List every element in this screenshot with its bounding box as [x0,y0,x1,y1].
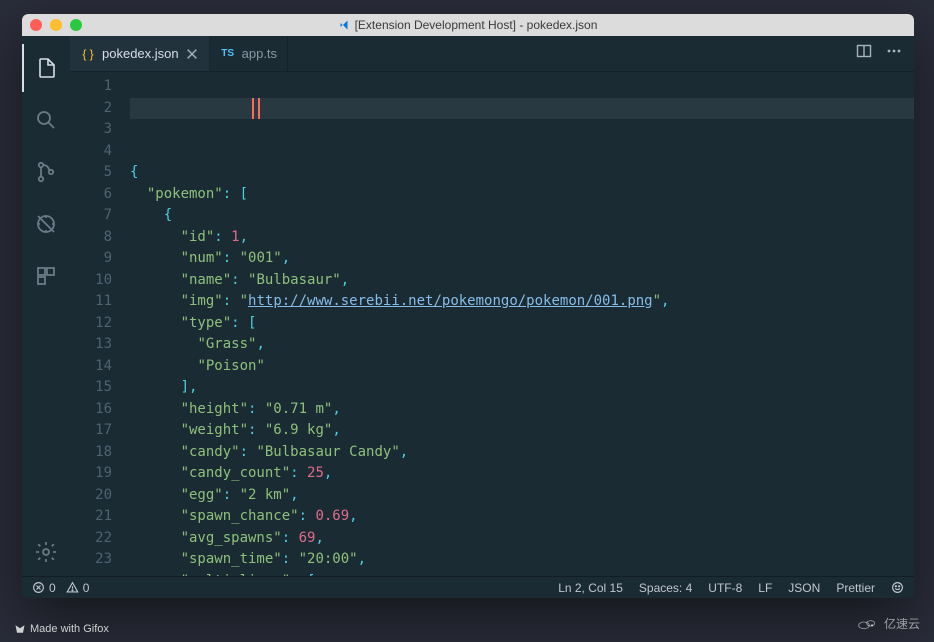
titlebar: [Extension Development Host] - pokedex.j… [22,14,914,36]
line-number: 7 [70,205,112,227]
code-editor[interactable]: 1234567891011121314151617181920212223 { … [70,72,914,576]
debug-icon[interactable] [22,200,70,248]
window-close-button[interactable] [30,19,42,31]
traffic-lights [30,19,82,31]
app-window: [Extension Development Host] - pokedex.j… [22,14,914,598]
editor-group: { } pokedex.json TS app.ts [70,36,914,576]
explorer-icon[interactable] [22,44,70,92]
code-line[interactable]: ], [130,377,914,399]
code-line[interactable]: "id": 1, [130,227,914,249]
line-number: 8 [70,227,112,249]
status-errors[interactable]: 0 [32,581,56,595]
line-number: 18 [70,442,112,464]
line-number: 23 [70,549,112,571]
line-number: 3 [70,119,112,141]
code-line[interactable]: "spawn_chance": 0.69, [130,506,914,528]
line-number: 14 [70,356,112,378]
tab-label: pokedex.json [102,46,179,61]
status-cursor-position[interactable]: Ln 2, Col 15 [558,581,623,595]
code-line[interactable]: "height": "0.71 m", [130,399,914,421]
extensions-icon[interactable] [22,252,70,300]
line-number: 22 [70,528,112,550]
line-number: 4 [70,141,112,163]
main-area: { } pokedex.json TS app.ts [22,36,914,576]
code-content[interactable]: { "pokemon": [ { "id": 1, "num": "001", … [130,72,914,576]
line-number-gutter: 1234567891011121314151617181920212223 [70,72,130,576]
line-number: 11 [70,291,112,313]
code-line[interactable]: "num": "001", [130,248,914,270]
settings-gear-icon[interactable] [22,528,70,576]
gifox-badge: Made with Gifox [14,623,109,635]
line-number: 13 [70,334,112,356]
line-number: 20 [70,485,112,507]
line-number: 5 [70,162,112,184]
code-line[interactable]: "egg": "2 km", [130,485,914,507]
code-line[interactable]: "Grass", [130,334,914,356]
window-minimize-button[interactable] [50,19,62,31]
window-title-text: [Extension Development Host] - pokedex.j… [355,18,598,32]
status-encoding[interactable]: UTF-8 [708,581,742,595]
json-file-icon: { } [80,46,96,62]
line-number: 9 [70,248,112,270]
code-line[interactable]: "candy_count": 25, [130,463,914,485]
tab-label: app.ts [242,46,277,61]
line-number: 16 [70,399,112,421]
line-number: 10 [70,270,112,292]
activity-bar [22,36,70,576]
line-number: 19 [70,463,112,485]
tab-bar: { } pokedex.json TS app.ts [70,36,914,72]
editor-actions [844,36,914,71]
status-bar: 0 0 Ln 2, Col 15 Spaces: 4 UTF-8 LF JSON… [22,576,914,598]
line-number: 1 [70,76,112,98]
code-line[interactable]: "weight": "6.9 kg", [130,420,914,442]
line-number: 15 [70,377,112,399]
source-control-icon[interactable] [22,148,70,196]
line-number: 2 [70,98,112,120]
code-line[interactable]: "avg_spawns": 69, [130,528,914,550]
window-title: [Extension Development Host] - pokedex.j… [22,18,914,32]
more-actions-icon[interactable] [886,43,902,64]
code-line[interactable]: "Poison" [130,356,914,378]
ts-file-icon: TS [220,46,236,62]
window-maximize-button[interactable] [70,19,82,31]
line-number: 21 [70,506,112,528]
code-line[interactable]: "img": "http://www.serebii.net/pokemongo… [130,291,914,313]
code-line[interactable]: "multipliers": [ [130,571,914,577]
status-indentation[interactable]: Spaces: 4 [639,581,692,595]
close-icon[interactable] [185,47,199,61]
tab-pokedex-json[interactable]: { } pokedex.json [70,36,210,71]
status-eol[interactable]: LF [758,581,772,595]
status-feedback-icon[interactable] [891,581,904,594]
watermark: 亿速云 [856,615,920,632]
code-line[interactable]: "pokemon": [ [130,184,914,206]
cursor [252,98,260,120]
code-line[interactable]: "type": [ [130,313,914,335]
status-warnings[interactable]: 0 [66,581,90,595]
split-editor-icon[interactable] [856,43,872,64]
code-line[interactable]: { [130,205,914,227]
current-line-highlight [130,98,914,120]
line-number: 17 [70,420,112,442]
status-language[interactable]: JSON [788,581,820,595]
code-line[interactable]: "spawn_time": "20:00", [130,549,914,571]
search-icon[interactable] [22,96,70,144]
code-line[interactable]: { [130,162,914,184]
vscode-icon [339,19,351,31]
code-line[interactable]: "candy": "Bulbasaur Candy", [130,442,914,464]
line-number: 6 [70,184,112,206]
status-formatter[interactable]: Prettier [836,581,875,595]
code-line[interactable]: "name": "Bulbasaur", [130,270,914,292]
line-number: 12 [70,313,112,335]
tab-app-ts[interactable]: TS app.ts [210,36,288,71]
